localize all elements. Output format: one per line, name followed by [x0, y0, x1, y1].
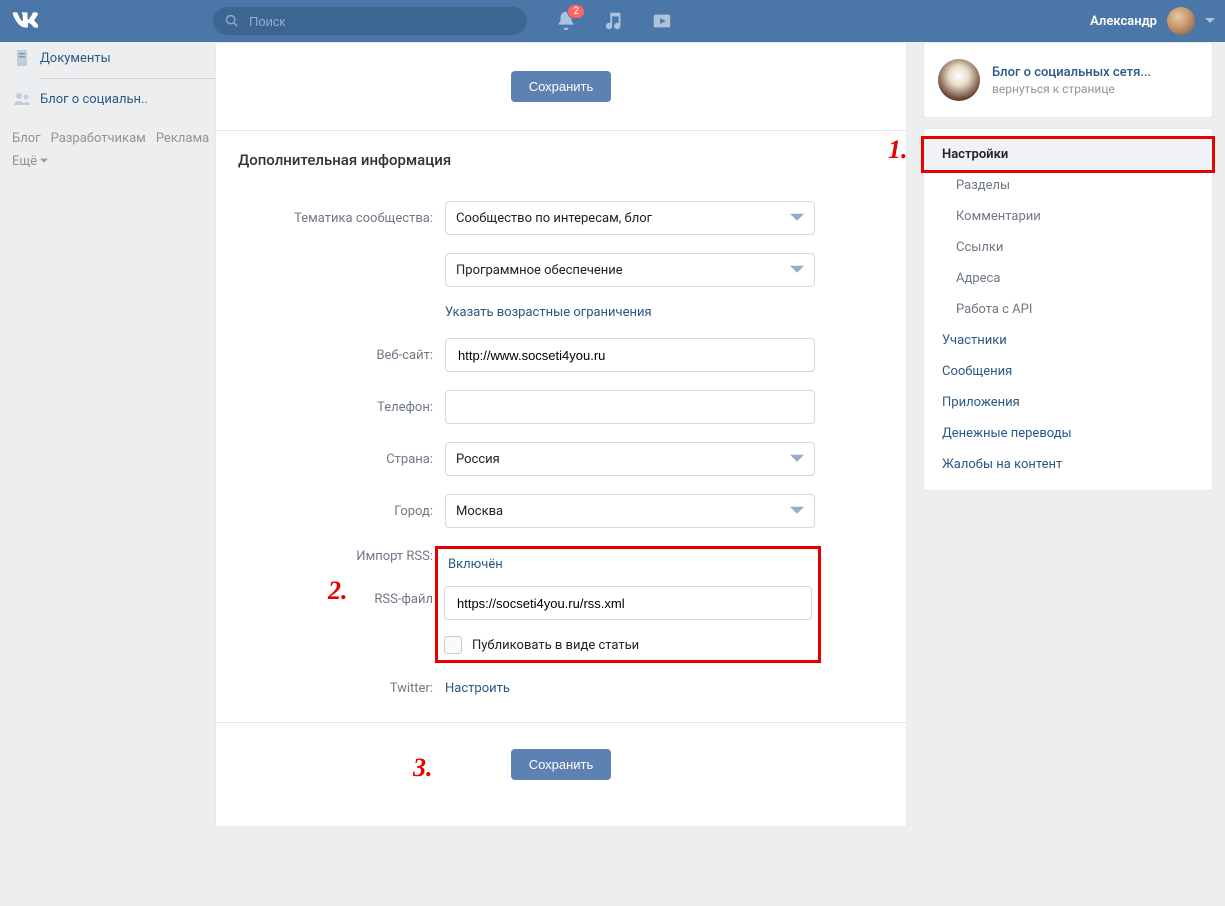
- search-icon: [225, 14, 239, 28]
- twitter-configure-link[interactable]: Настроить: [445, 681, 510, 696]
- notifications-badge: 2: [567, 4, 585, 19]
- chevron-down-icon: [790, 211, 804, 225]
- nav-sections[interactable]: Разделы: [924, 170, 1212, 201]
- footer-link[interactable]: Разработчикам: [51, 131, 146, 146]
- website-input[interactable]: [445, 338, 815, 372]
- footer-link[interactable]: Реклама: [156, 131, 209, 146]
- left-separator: [40, 78, 215, 79]
- group-title[interactable]: Блог о социальных сетя...: [992, 65, 1151, 80]
- chevron-down-icon: [790, 504, 804, 518]
- select-topic-2[interactable]: Программное обеспечение: [445, 253, 815, 287]
- notifications-icon[interactable]: 2: [555, 10, 577, 32]
- left-item-blog[interactable]: Блог о социальн..: [12, 83, 215, 115]
- phone-input[interactable]: [445, 390, 815, 424]
- nav-settings[interactable]: Настройки: [921, 136, 1215, 173]
- label-topic: Тематика сообщества:: [238, 211, 445, 226]
- select-city[interactable]: Москва: [445, 494, 815, 528]
- label-city: Город:: [238, 504, 445, 519]
- group-avatar: [938, 59, 980, 101]
- annotation-1: 1.: [888, 135, 908, 165]
- age-restrictions-link[interactable]: Указать возрастные ограничения: [445, 305, 652, 320]
- search-input[interactable]: [247, 13, 515, 30]
- music-icon[interactable]: [603, 10, 625, 32]
- left-sidebar: Документы Блог о социальн.. Блог Разрабо…: [0, 42, 215, 827]
- left-item-label: Блог о социальн..: [40, 92, 148, 107]
- annotation-3: 3.: [413, 753, 433, 783]
- document-icon: [12, 48, 32, 68]
- avatar: [1167, 7, 1195, 35]
- group-back-link[interactable]: вернуться к странице: [992, 82, 1151, 96]
- rss-highlight: Включён Публиковать в виде статьи: [435, 546, 821, 663]
- top-header: 2 Александр: [0, 0, 1225, 42]
- label-website: Веб-сайт:: [238, 348, 445, 363]
- label-country: Страна:: [238, 452, 445, 467]
- label-phone: Телефон:: [238, 400, 445, 415]
- left-item-documents[interactable]: Документы: [12, 42, 215, 74]
- nav-reports[interactable]: Жалобы на контент: [924, 449, 1212, 480]
- chevron-down-icon: [40, 157, 48, 165]
- footer-link[interactable]: Ещё: [12, 154, 48, 169]
- publish-as-article-label: Публиковать в виде статьи: [472, 638, 639, 653]
- footer-link[interactable]: Блог: [12, 131, 41, 146]
- save-button-top[interactable]: Сохранить: [511, 71, 612, 102]
- vk-logo[interactable]: [12, 9, 38, 34]
- publish-as-article-checkbox[interactable]: [444, 636, 462, 654]
- left-item-label: Документы: [40, 51, 111, 66]
- video-play-icon[interactable]: [651, 10, 673, 32]
- chevron-down-icon: [790, 452, 804, 466]
- search-box[interactable]: [213, 7, 527, 35]
- nav-apps[interactable]: Приложения: [924, 387, 1212, 418]
- rss-file-input[interactable]: [444, 586, 812, 620]
- nav-api[interactable]: Работа с API: [924, 294, 1212, 325]
- annotation-2: 2.: [328, 576, 348, 606]
- chevron-down-icon: [790, 263, 804, 277]
- form-divider: [216, 722, 906, 723]
- group-icon: [12, 89, 32, 109]
- save-button-bottom[interactable]: Сохранить: [511, 749, 612, 780]
- nav-payments[interactable]: Денежные переводы: [924, 418, 1212, 449]
- chevron-down-icon: [1205, 16, 1215, 26]
- section-title: Дополнительная информация: [216, 131, 906, 173]
- settings-form: Сохранить Дополнительная информация Тема…: [215, 42, 907, 827]
- group-header-card: Блог о социальных сетя... вернуться к ст…: [923, 42, 1213, 118]
- header-icons: 2: [555, 10, 673, 32]
- user-menu[interactable]: Александр: [1090, 7, 1215, 35]
- label-rss-import: Импорт RSS:: [238, 546, 445, 568]
- select-topic-1[interactable]: Сообщество по интересам, блог: [445, 201, 815, 235]
- footer-links: Блог Разработчикам Реклама Ещё: [12, 131, 215, 169]
- user-name: Александр: [1090, 14, 1157, 29]
- label-twitter: Twitter:: [238, 681, 445, 696]
- nav-members[interactable]: Участники: [924, 325, 1212, 356]
- nav-comments[interactable]: Комментарии: [924, 201, 1212, 232]
- right-sidebar: Блог о социальных сетя... вернуться к ст…: [923, 42, 1213, 491]
- nav-links[interactable]: Ссылки: [924, 232, 1212, 263]
- select-country[interactable]: Россия: [445, 442, 815, 476]
- nav-addresses[interactable]: Адреса: [924, 263, 1212, 294]
- top-save-bar: Сохранить: [216, 43, 906, 131]
- rss-enabled-link[interactable]: Включён: [448, 557, 503, 572]
- nav-messages[interactable]: Сообщения: [924, 356, 1212, 387]
- settings-nav: 1. Настройки Разделы Комментарии Ссылки …: [923, 128, 1213, 491]
